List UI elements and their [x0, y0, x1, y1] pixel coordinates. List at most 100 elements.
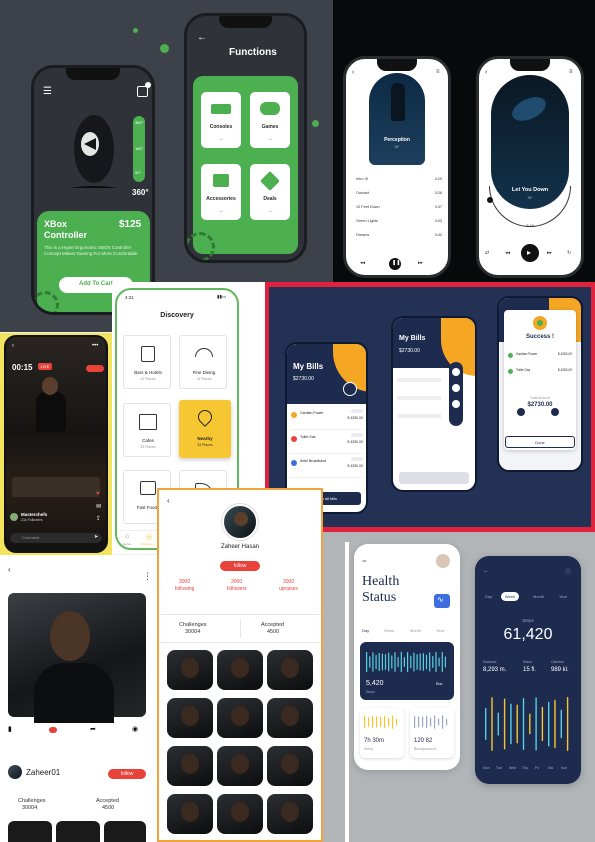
activity-icon[interactable]: ∿ — [434, 594, 450, 608]
forward-icon[interactable]: ➦ — [90, 725, 96, 733]
menu-option-icon[interactable] — [452, 384, 460, 392]
playlist-row[interactable]: Intro III 4:29 — [356, 175, 442, 189]
place-card-dining[interactable]: Fine Dining 15 Places — [179, 335, 227, 389]
sleep-card[interactable]: 7h 30m Sleep — [360, 708, 404, 758]
follow-stats: 3000 following 3000 followers 3000 uprai… — [159, 578, 321, 600]
info-icon[interactable]: ⓘ — [565, 567, 571, 576]
live-stream-panel: ‹ ••• 00:15 LIVE Masterchefs 21k Followe… — [0, 333, 112, 555]
tab-day[interactable]: Day — [485, 594, 492, 599]
blood-pressure-card[interactable]: 120 82 Bloodpressure — [410, 708, 454, 758]
shuffle-icon[interactable]: ⇄ — [485, 250, 489, 256]
place-card-nearby[interactable]: Nearby 34 Places — [179, 400, 231, 458]
tab-year[interactable]: Year — [559, 594, 567, 599]
join-pill[interactable] — [86, 365, 104, 372]
back-icon[interactable]: ‹ — [352, 69, 354, 76]
heart-icon[interactable]: ♥ — [96, 491, 100, 497]
post-thumbnail[interactable] — [267, 794, 313, 834]
function-tile-consoles[interactable]: Consoles → — [201, 92, 241, 148]
back-arrow-icon[interactable]: ← — [197, 32, 207, 43]
playlist: Intro III 4:29 Outcast 3:26 10 Feet Down 3:37… — [356, 175, 442, 245]
post-thumbnail[interactable] — [167, 794, 213, 834]
menu-icon[interactable]: ≡ — [436, 69, 440, 75]
repeat-icon[interactable]: ↻ — [567, 250, 571, 256]
tab-day[interactable]: Day — [362, 628, 369, 633]
more-icon[interactable]: ••• — [92, 343, 98, 349]
share-icon[interactable]: ⇪ — [96, 515, 101, 522]
post-thumbnail[interactable] — [267, 698, 313, 738]
tab-week-active[interactable]: Week — [501, 592, 519, 601]
playlist-row[interactable]: Dreams 3:42 — [356, 231, 442, 245]
tab-year[interactable]: Year — [436, 628, 444, 633]
prev-icon[interactable]: ◂◂ — [360, 260, 365, 266]
play-button[interactable]: ▸ — [521, 244, 539, 262]
chart-bar — [422, 716, 424, 728]
chart-bar — [376, 716, 378, 728]
follow-button[interactable]: follow — [108, 769, 146, 779]
post-thumbnail[interactable] — [217, 794, 263, 834]
share-icon[interactable] — [517, 408, 525, 416]
day-label: Sun — [561, 766, 568, 770]
total-amount: $2730.00 — [527, 402, 553, 408]
place-card-cafes[interactable]: Cafes 28 Places — [123, 403, 171, 457]
post-thumbnail[interactable] — [104, 821, 146, 842]
tab-month[interactable]: Month — [410, 628, 421, 633]
chart-bar — [414, 716, 416, 728]
menu-option-icon[interactable] — [452, 368, 460, 376]
more-icon[interactable]: ⋮ — [143, 571, 152, 582]
menu-icon[interactable]: ☰ — [43, 86, 52, 97]
bill-row[interactable]: Airtel Broadband $ 4250.00 — [291, 454, 363, 478]
comment-icon[interactable]: ✉ — [96, 503, 101, 510]
function-tile-deals[interactable]: Deals → — [250, 164, 290, 220]
back-icon[interactable]: ‹ — [485, 69, 487, 76]
post-thumbnail[interactable] — [217, 746, 263, 786]
next-icon[interactable]: ▸▸ — [547, 250, 552, 256]
pause-button[interactable]: ❚❚ — [389, 258, 401, 270]
playlist-row[interactable]: Outcast 3:26 — [356, 189, 442, 203]
compass-icon[interactable]: ◎ — [146, 533, 152, 541]
playlist-row[interactable]: Green Lights 3:03 — [356, 217, 442, 231]
post-thumbnail[interactable] — [167, 698, 213, 738]
bill-row[interactable]: Toilet Gas $ 4250.00 — [291, 430, 363, 454]
back-icon[interactable]: ‹ — [8, 565, 11, 574]
download-icon[interactable] — [551, 408, 559, 416]
back-icon[interactable]: ‹ — [167, 496, 170, 505]
bill-row[interactable]: Gardian Power $ 4250.00 — [291, 406, 363, 430]
back-arrow-icon[interactable]: ← — [483, 568, 489, 574]
progress-knob[interactable] — [487, 197, 493, 203]
post-thumbnail[interactable] — [217, 650, 263, 690]
chart-bar — [392, 715, 394, 729]
user-avatar[interactable] — [436, 554, 450, 568]
filter-icon[interactable]: ⚌ — [362, 558, 366, 564]
back-icon[interactable]: ‹ — [12, 343, 14, 349]
post-thumbnail[interactable] — [217, 698, 263, 738]
menu-icon[interactable]: ≡ — [569, 69, 573, 75]
tab-week[interactable]: Week — [384, 628, 394, 633]
post-thumbnail[interactable] — [56, 821, 100, 842]
send-icon[interactable]: ➤ — [94, 534, 98, 540]
bookmark-icon[interactable]: ▮ — [8, 725, 12, 733]
bill-name: Gardian Power — [300, 411, 324, 415]
product-price: $125 — [119, 219, 142, 230]
prev-icon[interactable]: ◂◂ — [505, 250, 510, 256]
function-tile-accessories[interactable]: Accessories → — [201, 164, 241, 220]
menu-option-icon[interactable] — [452, 400, 460, 408]
playlist-row[interactable]: 10 Feet Down 3:37 — [356, 203, 442, 217]
comment-input[interactable]: Comment ➤ — [10, 533, 102, 543]
song-title: Outcast — [356, 191, 370, 195]
home-icon[interactable]: ⌂ — [125, 533, 129, 540]
follow-button[interactable]: follow — [220, 561, 260, 571]
steps-card[interactable]: 5,420 Steps Run — [360, 642, 454, 700]
receipt-icon[interactable] — [343, 382, 357, 396]
function-tile-games[interactable]: Games → — [250, 92, 290, 148]
eye-icon[interactable]: ◉ — [132, 725, 138, 733]
place-card-bars[interactable]: Bars & Hotels 42 Places — [123, 335, 171, 389]
done-button[interactable]: Done — [505, 436, 575, 448]
post-thumbnail[interactable] — [8, 821, 52, 842]
fire-icon[interactable] — [49, 727, 57, 733]
tab-month[interactable]: Month — [533, 594, 544, 599]
next-icon[interactable]: ▸▸ — [418, 260, 423, 266]
post-thumbnail[interactable] — [167, 746, 213, 786]
post-thumbnail[interactable] — [267, 650, 313, 690]
post-thumbnail[interactable] — [167, 650, 213, 690]
post-thumbnail[interactable] — [267, 746, 313, 786]
